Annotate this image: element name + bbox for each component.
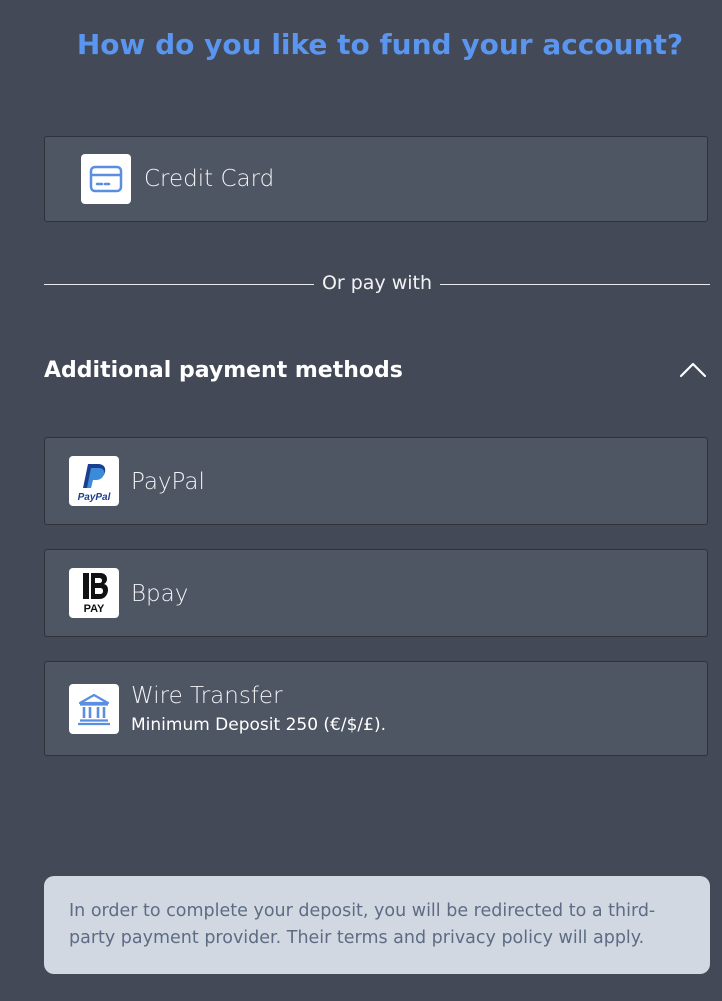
- wire-transfer-option[interactable]: Wire Transfer Minimum Deposit 250 (€/$/£…: [44, 661, 708, 756]
- redirect-notice: In order to complete your deposit, you w…: [44, 876, 710, 974]
- credit-card-label: Credit Card: [144, 166, 275, 192]
- paypal-logo-text: PayPal: [78, 492, 111, 503]
- additional-methods-heading: Additional payment methods: [44, 358, 403, 383]
- paypal-option[interactable]: PayPal PayPal: [44, 437, 708, 525]
- divider-line-left: [44, 284, 314, 285]
- or-pay-with-divider: Or pay with: [44, 272, 710, 298]
- wire-transfer-label: Wire Transfer: [131, 683, 283, 709]
- paypal-label: PayPal: [131, 469, 205, 495]
- chevron-up-icon: [679, 362, 707, 378]
- bpay-label: Bpay: [131, 581, 189, 607]
- bpay-logo-text: PAY: [84, 603, 105, 615]
- divider-text: Or pay with: [321, 272, 433, 294]
- paypal-logo: PayPal: [69, 456, 119, 506]
- divider-line-right: [440, 284, 710, 285]
- credit-card-icon: [81, 154, 131, 204]
- wire-transfer-sublabel: Minimum Deposit 250 (€/$/£).: [131, 715, 386, 735]
- bpay-logo: PAY: [69, 568, 119, 618]
- page-title: How do you like to fund your account?: [76, 28, 684, 61]
- additional-methods-toggle[interactable]: Additional payment methods: [44, 356, 710, 390]
- bpay-option[interactable]: PAY Bpay: [44, 549, 708, 637]
- bank-icon: [69, 684, 119, 734]
- credit-card-option[interactable]: Credit Card: [44, 136, 708, 222]
